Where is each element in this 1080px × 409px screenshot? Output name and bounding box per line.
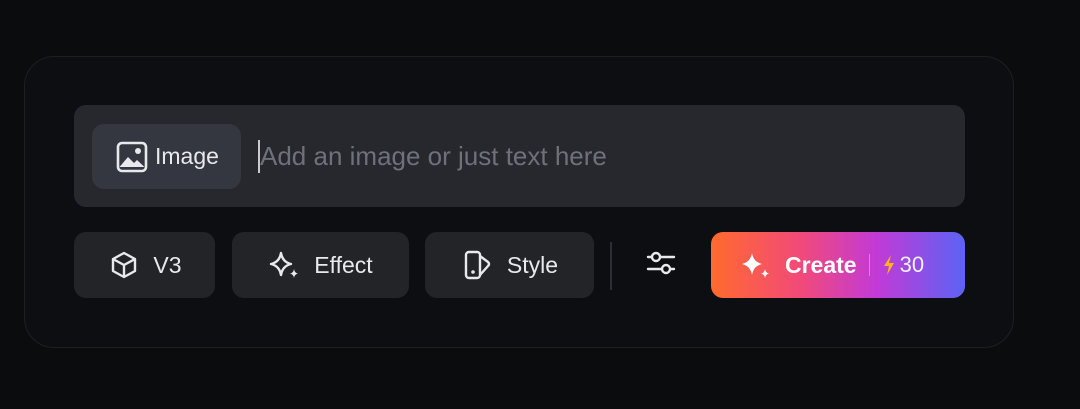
add-image-button[interactable]: Image: [92, 124, 241, 189]
lightning-icon: [882, 254, 896, 276]
create-label: Create: [785, 251, 857, 278]
add-image-label: Image: [155, 143, 219, 169]
effect-label: Effect: [314, 251, 373, 278]
cube-icon: [107, 248, 141, 282]
sparkles-icon: [739, 248, 773, 282]
model-selector-button[interactable]: V3: [74, 232, 215, 298]
create-button[interactable]: Create 30: [711, 232, 965, 298]
create-separator: [868, 254, 870, 276]
credit-cost-value: 30: [899, 252, 925, 277]
style-button[interactable]: Style: [425, 232, 594, 298]
model-label: V3: [153, 251, 182, 278]
effect-button[interactable]: Effect: [232, 232, 409, 298]
prompt-input[interactable]: [260, 130, 950, 182]
toolbar-divider: [610, 242, 612, 290]
sliders-icon: [644, 246, 678, 285]
settings-button[interactable]: [636, 240, 686, 290]
style-label: Style: [506, 251, 559, 278]
sparkles-icon: [268, 248, 302, 282]
style-icon: [461, 248, 495, 282]
credit-cost: 30: [882, 252, 924, 278]
image-icon: [115, 140, 149, 174]
